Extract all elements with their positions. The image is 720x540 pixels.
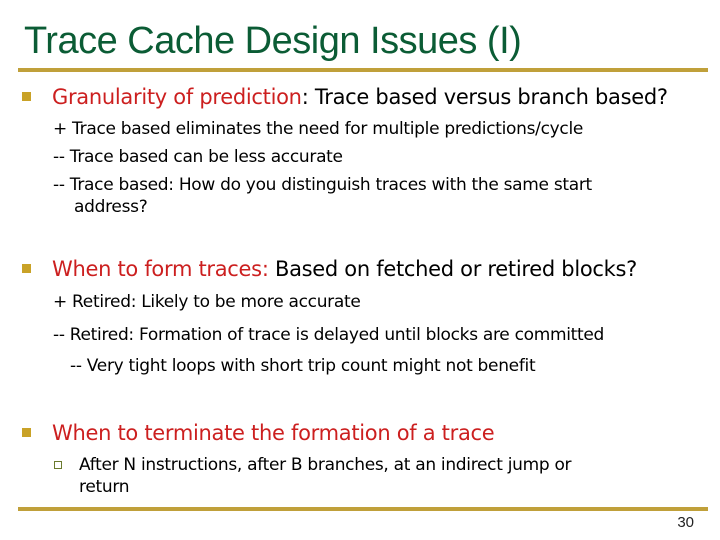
sub-line: address? bbox=[74, 197, 148, 217]
section-heading-text: Based on fetched or retired blocks? bbox=[268, 257, 637, 281]
section-heading-highlight: When to form traces: bbox=[52, 257, 269, 281]
section-heading-highlight: When to terminate the formation of a tra… bbox=[52, 421, 495, 445]
section-form-traces: When to form traces: Based on fetched or… bbox=[22, 257, 637, 281]
sub-bullet-line: return bbox=[79, 477, 130, 497]
footer-divider bbox=[18, 507, 708, 511]
section-heading-text: : Trace based versus branch based? bbox=[301, 85, 668, 109]
title-divider bbox=[18, 68, 708, 72]
sub-bullet-line: After N instructions, after B branches, … bbox=[79, 455, 572, 475]
sub-line: -- Trace based can be less accurate bbox=[53, 147, 343, 167]
sub-line: + Trace based eliminates the need for mu… bbox=[53, 119, 584, 139]
section-granularity: Granularity of prediction: Trace based v… bbox=[22, 85, 668, 109]
square-bullet-icon bbox=[22, 427, 31, 437]
hollow-square-bullet-icon bbox=[54, 461, 62, 469]
sub-line: -- Retired: Formation of trace is delaye… bbox=[53, 325, 605, 345]
square-bullet-icon bbox=[22, 91, 31, 101]
page-number: 30 bbox=[677, 514, 694, 531]
sub-line: -- Very tight loops with short trip coun… bbox=[70, 356, 536, 376]
slide-title: Trace Cache Design Issues (I) bbox=[24, 20, 522, 62]
sub-line: + Retired: Likely to be more accurate bbox=[53, 292, 361, 312]
square-bullet-icon bbox=[22, 263, 31, 273]
section-terminate: When to terminate the formation of a tra… bbox=[22, 421, 495, 445]
section-heading-highlight: Granularity of prediction bbox=[52, 85, 302, 109]
sub-line: -- Trace based: How do you distinguish t… bbox=[53, 175, 592, 195]
